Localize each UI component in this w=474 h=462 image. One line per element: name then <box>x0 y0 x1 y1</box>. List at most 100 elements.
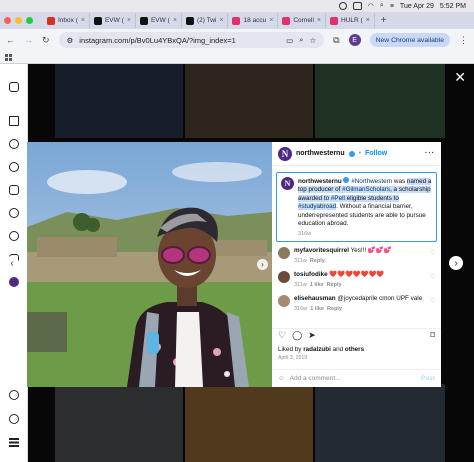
messages-icon[interactable] <box>9 208 19 218</box>
instagram-logo-icon[interactable] <box>9 82 19 92</box>
next-image-icon[interactable]: › <box>257 259 268 270</box>
browser-tab[interactable]: EVW (× <box>136 13 182 28</box>
save-bookmark-icon[interactable]: ⌑ <box>430 330 435 341</box>
comment-time[interactable]: 316w <box>294 306 307 312</box>
comment-username[interactable]: tosiufodike <box>294 271 328 278</box>
comment-like-icon[interactable]: ♡ <box>430 273 435 280</box>
hashtag-link[interactable]: #studyabroad <box>298 203 337 211</box>
status-icon[interactable] <box>338 2 347 10</box>
hashtag-link[interactable]: #Northwestern <box>351 178 392 185</box>
zoom-window-button[interactable] <box>26 17 33 24</box>
like-heart-icon[interactable]: ♡ <box>278 330 286 341</box>
tab-close-icon[interactable]: × <box>127 17 131 24</box>
tab-close-icon[interactable]: × <box>366 17 370 24</box>
browser-tab[interactable]: Inbox (× <box>43 13 90 28</box>
caption-fragment: was <box>392 178 407 185</box>
browser-tab[interactable]: HULR (× <box>326 13 375 28</box>
next-post-icon[interactable]: › <box>449 256 463 270</box>
extensions-icon[interactable]: ⧉ <box>333 35 339 46</box>
post-photo[interactable]: › <box>27 142 272 387</box>
address-bar[interactable]: ⚙ instagram.com/p/Bv0Lu4YBxQA/?img_index… <box>58 32 325 48</box>
comment-likes[interactable]: 1 like <box>310 282 324 288</box>
tab-close-icon[interactable]: × <box>219 17 223 24</box>
comment-username[interactable]: elisehausman <box>294 295 336 302</box>
hashtag-link[interactable]: #Pell <box>330 194 345 202</box>
caption-avatar[interactable]: N <box>281 177 294 190</box>
follow-button[interactable]: Follow <box>365 150 387 157</box>
site-info-icon[interactable]: ⚙ <box>67 36 74 45</box>
back-icon[interactable]: ← <box>6 35 15 45</box>
caption-time[interactable]: 316w <box>298 231 432 237</box>
threads-icon[interactable] <box>9 390 19 400</box>
comment-avatar[interactable] <box>278 271 290 284</box>
battery-icon[interactable] <box>352 2 362 10</box>
comment-time[interactable]: 311w <box>294 258 307 264</box>
more-options-icon[interactable]: ··· <box>425 150 435 157</box>
meta-icon[interactable] <box>9 414 19 424</box>
browser-tab[interactable]: (2) Twi × <box>182 13 229 28</box>
comment-username[interactable]: myfavoritesquirrel <box>294 247 349 254</box>
profile-avatar[interactable]: E <box>348 34 361 46</box>
new-chrome-button[interactable]: New Chrome available <box>369 33 450 47</box>
comment-text: @joycedaprile cmon UPF vale <box>337 295 423 303</box>
comment-time[interactable]: 311w <box>294 282 307 288</box>
comment-icon[interactable]: ◯ <box>292 330 302 341</box>
bookmark-star-icon[interactable]: ☆ <box>309 36 316 45</box>
reply-button[interactable]: Reply <box>327 282 342 288</box>
close-window-button[interactable] <box>4 17 11 24</box>
tab-label: 18 accu <box>243 17 267 24</box>
emoji-icon[interactable]: ☺ <box>278 375 285 382</box>
notifications-heart-icon[interactable] <box>9 231 19 241</box>
comment-avatar[interactable] <box>278 295 290 308</box>
post-comment-button[interactable]: Post <box>421 375 435 382</box>
comment-like-icon[interactable]: ♡ <box>430 249 435 256</box>
hashtag-link[interactable]: #GilmanScholars <box>342 186 391 194</box>
comment-body: tosiufodike ❤️❤️❤️❤️❤️❤️❤️ 311w 1 like Re… <box>294 271 435 289</box>
comment-like-icon[interactable]: ♡ <box>430 297 435 304</box>
zoom-icon[interactable]: ⌕ <box>299 35 303 45</box>
search-icon[interactable]: ⌕ <box>380 2 384 10</box>
tab-favicon-icon <box>139 16 148 25</box>
verified-badge-icon <box>348 150 355 157</box>
reply-button[interactable]: Reply <box>310 258 325 264</box>
control-center-icon[interactable]: ≡ <box>390 3 394 10</box>
browser-tab[interactable]: 18 accu × <box>228 13 279 28</box>
wifi-icon[interactable]: ◠ <box>368 2 374 10</box>
browser-tab[interactable]: EVW (× <box>90 13 136 28</box>
more-menu-icon[interactable] <box>9 437 19 447</box>
likes-others-link[interactable]: others <box>345 346 364 353</box>
profile-avatar[interactable] <box>9 277 19 287</box>
chrome-menu-icon[interactable]: ⋮ <box>459 35 468 46</box>
browser-tab[interactable]: Cornell × <box>278 13 327 28</box>
reply-button[interactable]: Reply <box>327 306 342 312</box>
explore-icon[interactable] <box>9 162 19 172</box>
caption-username[interactable]: northwesternu <box>298 178 342 185</box>
previous-post-icon[interactable]: ‹ <box>5 256 19 270</box>
post-date[interactable]: April 3, 2019 <box>278 355 307 361</box>
apps-grid-icon[interactable] <box>5 53 12 61</box>
comment-input[interactable]: Add a comment... <box>290 375 341 382</box>
new-tab-icon[interactable]: + <box>381 15 387 26</box>
menubar-date[interactable]: Tue Apr 29 <box>400 3 434 10</box>
account-avatar[interactable]: N <box>278 146 292 161</box>
comment-avatar[interactable] <box>278 247 290 260</box>
tab-close-icon[interactable]: × <box>317 17 321 24</box>
reload-icon[interactable]: ↻ <box>42 35 50 46</box>
tab-favicon-icon <box>185 16 194 25</box>
liked-by-user[interactable]: radalzubi <box>303 346 331 353</box>
share-icon[interactable]: ➤ <box>308 330 316 341</box>
post-username[interactable]: northwesternu <box>296 150 345 157</box>
tab-close-icon[interactable]: × <box>269 17 273 24</box>
comment-likes[interactable]: 1 like <box>310 306 324 312</box>
forward-icon[interactable]: → <box>24 35 33 45</box>
home-icon[interactable] <box>9 116 19 126</box>
close-icon[interactable]: ✕ <box>454 70 466 84</box>
search-icon[interactable] <box>9 139 19 149</box>
tab-close-icon[interactable]: × <box>173 17 177 24</box>
cast-icon[interactable]: ▭ <box>286 36 293 45</box>
tab-close-icon[interactable]: × <box>81 17 85 24</box>
minimize-window-button[interactable] <box>15 17 22 24</box>
reels-icon[interactable] <box>9 185 19 195</box>
menubar-time[interactable]: 5:52 PM <box>440 3 466 10</box>
url-text[interactable]: instagram.com/p/Bv0Lu4YBxQA/?img_index=1 <box>79 36 280 45</box>
